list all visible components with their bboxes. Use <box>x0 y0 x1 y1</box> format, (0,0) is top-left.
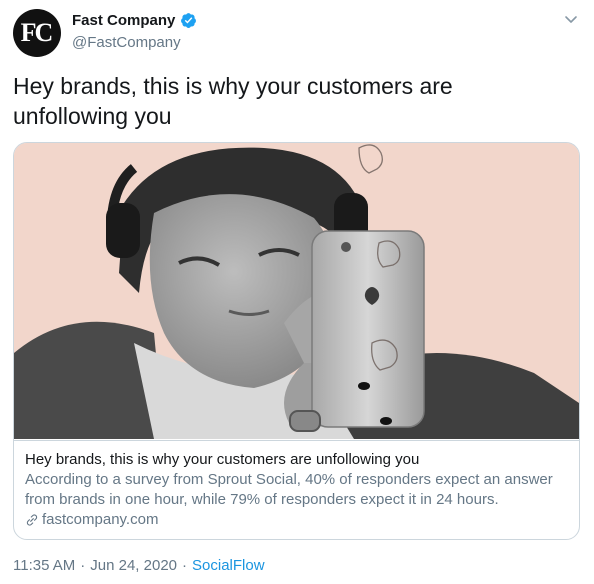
avatar-logo: FC <box>20 18 54 47</box>
tweet-text: Hey brands, this is why your customers a… <box>13 73 453 129</box>
card-body[interactable]: Hey brands, this is why your customers a… <box>14 440 579 539</box>
card-image[interactable] <box>14 143 579 439</box>
avatar[interactable]: FC <box>13 9 61 57</box>
card-domain: fastcompany.com <box>25 510 568 530</box>
tweet-header: FC Fast Company @FastCompany <box>13 9 581 59</box>
user-handle[interactable]: @FastCompany <box>72 34 181 51</box>
tweet-meta: 11:35 AM · Jun 24, 2020 · SocialFlow <box>13 557 265 574</box>
card-title: Hey brands, this is why your customers a… <box>25 451 420 468</box>
verified-badge-icon <box>181 13 197 28</box>
card-description: According to a survey from Sprout Social… <box>25 471 553 508</box>
display-name[interactable]: Fast Company <box>72 12 175 29</box>
card-domain-text: fastcompany.com <box>42 511 159 528</box>
meta-separator-2: · <box>182 557 188 574</box>
tweet-date[interactable]: Jun 24, 2020 <box>90 557 177 574</box>
chevron-down-icon[interactable] <box>563 11 579 27</box>
source-link[interactable]: SocialFlow <box>192 557 265 574</box>
card-illustration <box>14 143 579 439</box>
link-icon <box>26 514 38 526</box>
name-row[interactable]: Fast Company <box>72 12 197 29</box>
link-card[interactable]: Hey brands, this is why your customers a… <box>13 142 580 540</box>
meta-separator: · <box>80 557 86 574</box>
tweet-time[interactable]: 11:35 AM <box>13 557 75 574</box>
